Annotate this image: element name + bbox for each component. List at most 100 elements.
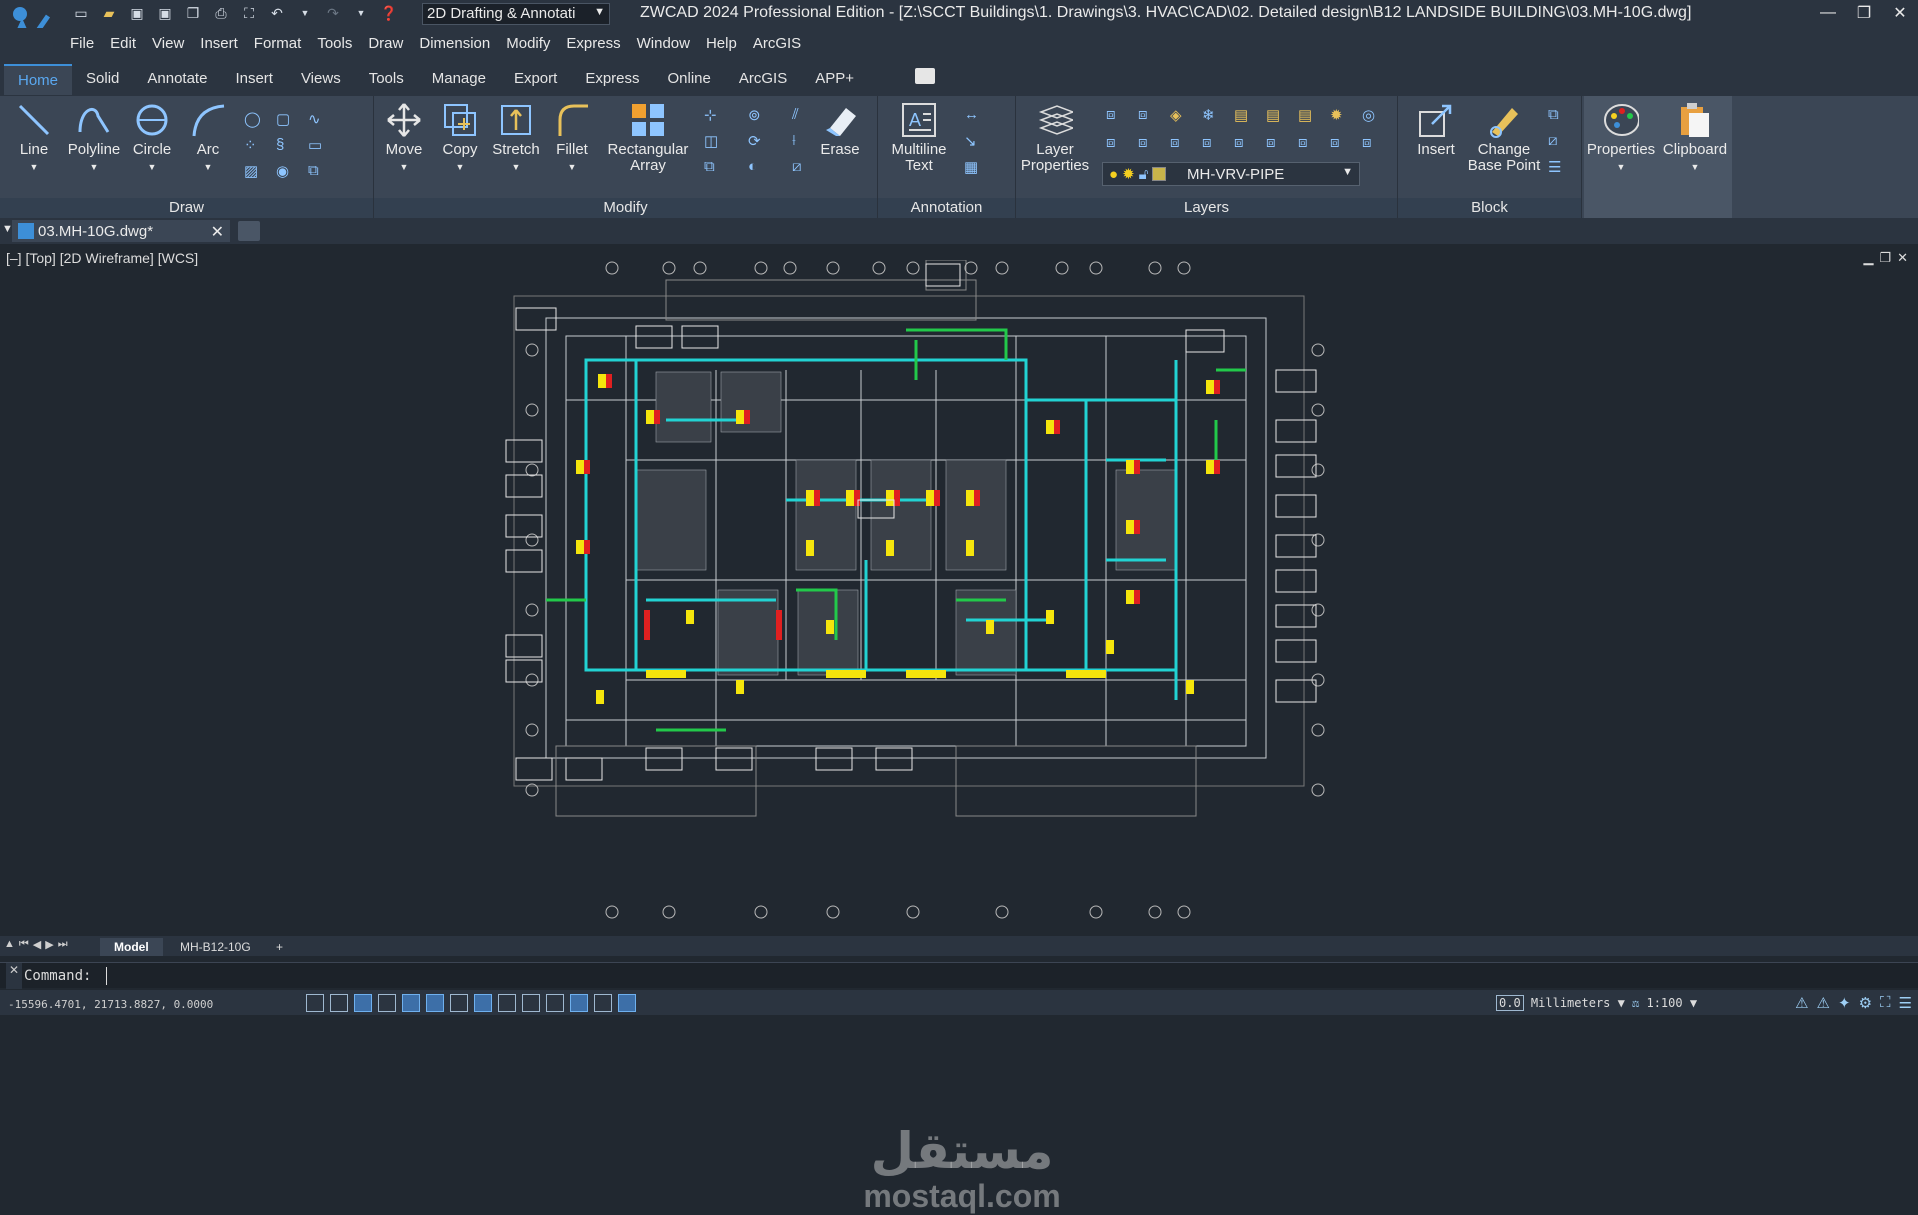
minimize-ribbon-icon[interactable] [915, 68, 935, 84]
command-input[interactable] [106, 967, 107, 985]
selection-cycling-icon[interactable] [546, 994, 564, 1012]
explode-icon[interactable]: ⟊ [792, 132, 812, 152]
spline-icon[interactable]: ∿ [308, 110, 328, 130]
line-button[interactable]: Line ▼ [4, 102, 64, 175]
drawing-viewport[interactable]: [–] [Top] [2D Wireframe] [WCS] ▁ ❐ ✕ مست… [0, 244, 1918, 1214]
layout-tab-add[interactable]: + [262, 938, 297, 956]
layer-tool-2-icon[interactable]: ⧈ [1138, 106, 1158, 126]
grid-display-icon[interactable] [330, 994, 348, 1012]
object-snap-icon[interactable] [402, 994, 420, 1012]
annotation-monitor-icon[interactable] [618, 994, 636, 1012]
tab-express[interactable]: Express [571, 64, 653, 95]
snap-grid-icon[interactable] [306, 994, 324, 1012]
layer-tool-12-icon[interactable]: ⧈ [1170, 134, 1190, 154]
clean-screen-icon[interactable]: ⛶ [1880, 994, 1891, 1012]
hvac-floor-plan[interactable] [486, 260, 1336, 920]
layout-tab-model[interactable]: Model [100, 938, 163, 956]
layout-tab-mh-b12-10g[interactable]: MH-B12-10G [166, 938, 265, 956]
viewport-close-icon[interactable]: ✕ [1897, 250, 1908, 266]
layer-tool-1-icon[interactable]: ⧈ [1106, 106, 1126, 126]
boundary-icon[interactable]: ⧉ [308, 162, 328, 182]
maximize-button[interactable]: ❐ [1846, 0, 1882, 26]
annotation-panel-title[interactable]: Annotation [878, 198, 1015, 218]
menu-edit[interactable]: Edit [102, 35, 144, 52]
layer-lock-icon[interactable]: ▤ [1234, 106, 1254, 126]
linear-dimension-icon[interactable]: ↔ [964, 106, 984, 126]
batch-save-icon[interactable]: ❐ [182, 3, 204, 23]
layer-tool-11-icon[interactable]: ⧈ [1138, 134, 1158, 154]
tab-manage[interactable]: Manage [418, 64, 500, 95]
layers-panel-title[interactable]: Layers [1016, 198, 1397, 218]
tab-home[interactable]: Home [4, 64, 73, 95]
save-icon[interactable]: ▣ [126, 3, 148, 23]
new-icon[interactable]: ▭ [70, 3, 92, 23]
viewport-label[interactable]: [–] [Top] [2D Wireframe] [WCS] [6, 250, 198, 266]
last-layout-icon[interactable]: ⏭ [58, 938, 68, 951]
tab-tools[interactable]: Tools [355, 64, 418, 95]
properties-button[interactable]: Properties ▼ [1584, 102, 1658, 175]
join-icon[interactable]: ⧄ [792, 158, 812, 178]
tab-arcgis[interactable]: ArcGIS [725, 64, 801, 95]
stretch-button[interactable]: Stretch ▼ [486, 102, 546, 175]
menu-view[interactable]: View [144, 35, 192, 52]
menu-file[interactable]: File [62, 35, 102, 52]
undo-dropdown-icon[interactable]: ▼ [294, 3, 316, 23]
erase-button[interactable]: Erase [810, 102, 870, 158]
menu-draw[interactable]: Draw [360, 35, 411, 52]
redo-dropdown-icon[interactable]: ▼ [350, 3, 372, 23]
tab-insert[interactable]: Insert [221, 64, 287, 95]
layer-select[interactable]: ● ✹ 🔓︎ MH-VRV-PIPE ▼ [1102, 162, 1360, 186]
block-panel-title[interactable]: Block [1398, 198, 1581, 218]
multiline-text-button[interactable]: A Multiline Text [886, 102, 952, 174]
layer-tool-7-icon[interactable]: ▤ [1298, 106, 1318, 126]
point-icon[interactable]: ⁘ [244, 136, 264, 156]
workspace-switch-icon[interactable]: ✦ [1838, 994, 1851, 1012]
menu-modify[interactable]: Modify [498, 35, 558, 52]
layer-tool-6-icon[interactable]: ▤ [1266, 106, 1286, 126]
quick-properties-icon[interactable] [522, 994, 540, 1012]
arc-button[interactable]: Arc ▼ [178, 102, 238, 175]
break-icon[interactable]: ◐ [748, 158, 768, 178]
print-icon[interactable]: ⎙ [210, 3, 232, 23]
insert-block-button[interactable]: Insert [1406, 102, 1466, 158]
ellipse-icon[interactable]: ◯ [244, 110, 264, 130]
donut-icon[interactable]: ◉ [276, 162, 296, 182]
undo-icon[interactable]: ↶ [266, 3, 288, 23]
lineweight-icon[interactable] [474, 994, 492, 1012]
prev-layout-icon[interactable]: ◀ [33, 938, 41, 951]
tab-solid[interactable]: Solid [72, 64, 133, 95]
layer-sun-icon[interactable]: ✹ [1330, 106, 1350, 126]
tab-online[interactable]: Online [654, 64, 725, 95]
move-button[interactable]: Move ▼ [374, 102, 434, 175]
rectangle-icon[interactable]: ▢ [276, 110, 296, 130]
annotation-scale[interactable]: ⚖ 1:100 ▼ [1632, 996, 1697, 1010]
next-layout-icon[interactable]: ▶ [45, 938, 53, 951]
layer-tool-16-icon[interactable]: ⧈ [1298, 134, 1318, 154]
rotate-icon[interactable]: ⟳ [748, 132, 768, 152]
document-tab[interactable]: 03.MH-10G.dwg* ✕ [12, 220, 230, 242]
menu-format[interactable]: Format [246, 35, 310, 52]
coordinates-readout[interactable]: -15596.4701, 21713.8827, 0.0000 [8, 998, 213, 1011]
rectangular-array-button[interactable]: Rectangular Array [606, 102, 690, 174]
layer-tool-14-icon[interactable]: ⧈ [1234, 134, 1254, 154]
viewport-minimize-icon[interactable]: ▁ [1863, 250, 1873, 266]
modify-panel-title[interactable]: Modify [374, 198, 877, 218]
redo-icon[interactable]: ↷ [322, 3, 344, 23]
dynamic-input-icon[interactable] [450, 994, 468, 1012]
tab-export[interactable]: Export [500, 64, 571, 95]
fullscreen-icon[interactable]: ⛶ [238, 3, 260, 23]
layer-freeze-icon[interactable]: ❄ [1202, 106, 1222, 126]
transparency-icon[interactable] [498, 994, 516, 1012]
mirror-icon[interactable]: ◫ [704, 132, 724, 152]
tab-app-plus[interactable]: APP+ [801, 64, 868, 95]
tab-views[interactable]: Views [287, 64, 355, 95]
customization-icon[interactable] [594, 994, 612, 1012]
extend-icon[interactable]: ⫽ [792, 106, 812, 126]
leader-icon[interactable]: ↘ [964, 132, 984, 152]
workspace-select[interactable]: 2D Drafting & Annotati ▼ [422, 3, 610, 25]
viewport-restore-icon[interactable]: ❐ [1879, 250, 1891, 266]
offset-icon[interactable]: ⊚ [748, 106, 768, 126]
table-icon[interactable]: ▦ [964, 158, 984, 178]
menu-express[interactable]: Express [558, 35, 628, 52]
layer-properties-button[interactable]: Layer Properties [1020, 102, 1090, 174]
